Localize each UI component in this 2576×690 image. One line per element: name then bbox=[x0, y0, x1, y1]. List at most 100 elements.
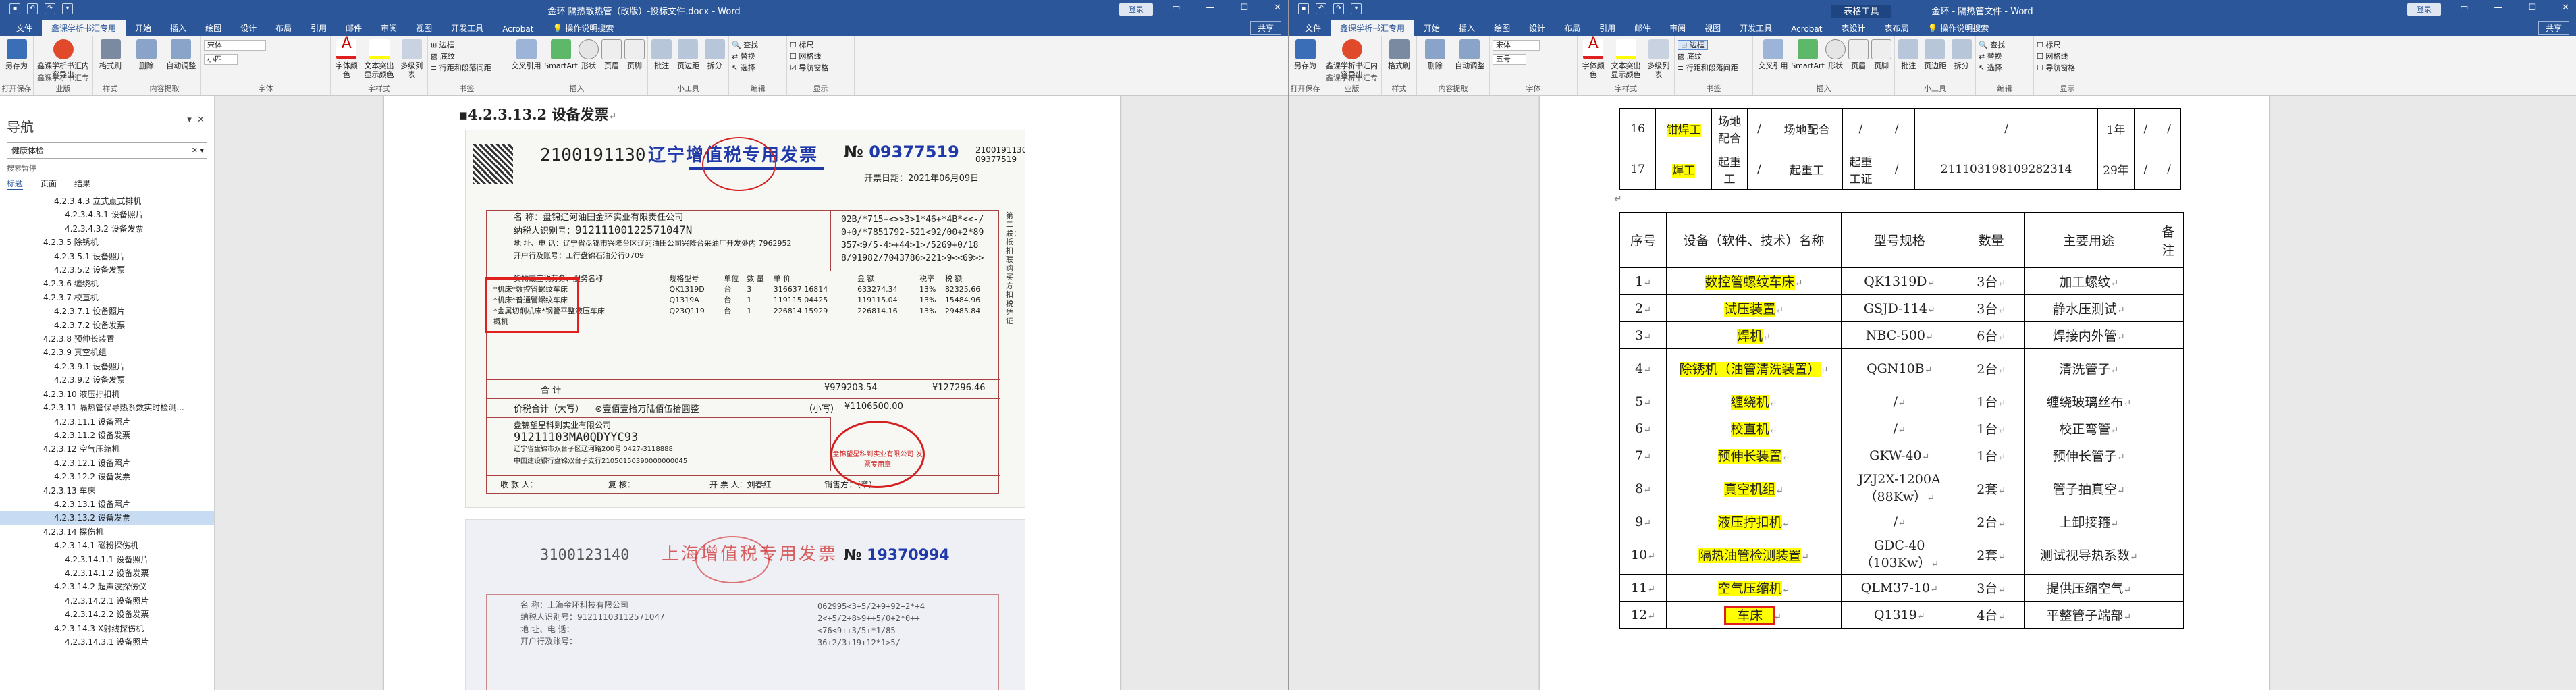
line-spacing-button[interactable]: ≡ 行距和段落间距 bbox=[1678, 62, 1738, 74]
nav-tab-headings[interactable]: 标题 bbox=[7, 178, 24, 190]
tab-developer[interactable]: 开发工具 bbox=[1730, 20, 1781, 36]
nav-tree-item[interactable]: 4.2.3.8 预伸长装置 bbox=[0, 332, 214, 346]
nav-tree-item[interactable]: 4.2.3.11 隔热管保导热系数实时检测... bbox=[0, 401, 214, 415]
delete-button[interactable]: 删除 bbox=[1420, 39, 1451, 70]
maximize-icon[interactable]: ☐ bbox=[2528, 3, 2536, 13]
tab-view[interactable]: 视图 bbox=[1695, 20, 1730, 36]
tab-references[interactable]: 引用 bbox=[301, 20, 336, 36]
tab-acrobat[interactable]: Acrobat bbox=[1781, 22, 1831, 36]
tab-review[interactable]: 审阅 bbox=[1660, 20, 1695, 36]
nav-tree-item[interactable]: 4.2.3.4.3.2 设备发票 bbox=[0, 222, 214, 236]
nav-tree-item[interactable]: 4.2.3.12.1 设备照片 bbox=[0, 456, 214, 470]
tab-design[interactable]: 设计 bbox=[231, 20, 266, 36]
tab-table-design[interactable]: 表设计 bbox=[1831, 20, 1875, 36]
close-icon[interactable]: ✕ bbox=[1274, 3, 1281, 13]
tab-developer[interactable]: 开发工具 bbox=[441, 20, 493, 36]
nav-tree-item[interactable]: 4.2.3.5.2 设备发票 bbox=[0, 263, 214, 277]
save-as-button[interactable]: 另存为 bbox=[1291, 39, 1319, 70]
nav-tree-item[interactable]: 4.2.3.13 车床 bbox=[0, 484, 214, 498]
nav-tree-item[interactable]: 4.2.3.14.2 超声波探伤仪 bbox=[0, 580, 214, 593]
tab-home[interactable]: 开始 bbox=[1414, 20, 1449, 36]
tab-draw[interactable]: 绘图 bbox=[196, 20, 231, 36]
font-size-box[interactable]: 五号 bbox=[1493, 54, 1526, 65]
find-button[interactable]: 🔍 查找 bbox=[732, 39, 758, 51]
autofit-button[interactable]: 自动调整 bbox=[1453, 39, 1486, 70]
nav-tree-item[interactable]: 4.2.3.14.2.2 设备发票 bbox=[0, 608, 214, 621]
find-button[interactable]: 🔍 查找 bbox=[1979, 39, 2005, 51]
minimize-icon[interactable]: — bbox=[1206, 3, 1214, 13]
tab-mailings[interactable]: 邮件 bbox=[336, 20, 371, 36]
tell-me-search[interactable]: 💡 操作说明搜索 bbox=[543, 20, 623, 36]
tab-review[interactable]: 审阅 bbox=[371, 20, 406, 36]
sign-in-button[interactable]: 登录 bbox=[2407, 3, 2441, 16]
nav-tree-item[interactable]: 4.2.3.13.2 设备发票 bbox=[0, 511, 214, 525]
nav-tree-item[interactable]: 4.2.3.14.3.1 设备照片 bbox=[0, 635, 214, 649]
nav-tab-pages[interactable]: 页面 bbox=[41, 178, 57, 190]
nav-tree-item[interactable]: 4.2.3.13.1 设备照片 bbox=[0, 498, 214, 511]
smartart-button[interactable]: SmartArt bbox=[1791, 39, 1825, 70]
cross-reference-button[interactable]: 交叉引用 bbox=[509, 39, 543, 70]
font-size-box[interactable]: 小四 bbox=[204, 54, 238, 65]
nav-tab-results[interactable]: 结果 bbox=[74, 178, 90, 190]
close-icon[interactable]: ✕ bbox=[197, 115, 205, 125]
nav-tree-item[interactable]: 4.2.3.7.1 设备照片 bbox=[0, 304, 214, 318]
tab-acrobat[interactable]: Acrobat bbox=[493, 22, 543, 36]
ribbon-options-icon[interactable]: ▭ bbox=[2460, 3, 2468, 13]
tab-draw[interactable]: 绘图 bbox=[1484, 20, 1520, 36]
font-color-button[interactable]: A 字体颜色 bbox=[1580, 36, 1606, 80]
autofit-button[interactable]: 自动调整 bbox=[165, 39, 198, 70]
nav-tree-item[interactable]: 4.2.3.14.2.1 设备照片 bbox=[0, 594, 214, 608]
multilevel-list-button[interactable]: 多级列表 bbox=[399, 39, 425, 79]
nav-tree-item[interactable]: 4.2.3.9.2 设备发票 bbox=[0, 373, 214, 387]
footer-button[interactable]: 页脚 bbox=[1871, 39, 1891, 70]
nav-tree-item[interactable]: 4.2.3.9.1 设备照片 bbox=[0, 360, 214, 373]
smartart-button[interactable]: SmartArt bbox=[544, 39, 578, 70]
tab-references[interactable]: 引用 bbox=[1590, 20, 1625, 36]
tab-custom[interactable]: 鑫课学析书汇专用 bbox=[42, 20, 126, 36]
replace-button[interactable]: ⇄ 替换 bbox=[1979, 51, 2002, 62]
replace-button[interactable]: ⇄ 替换 bbox=[732, 51, 755, 62]
nav-tree-item[interactable]: 4.2.3.9 真空机组 bbox=[0, 346, 214, 359]
cross-reference-button[interactable]: 交叉引用 bbox=[1756, 39, 1790, 70]
select-button[interactable]: ↖ 选择 bbox=[732, 62, 755, 74]
borders-button[interactable]: ⊞ 边框 bbox=[431, 39, 454, 51]
gridlines-checkbox[interactable]: ☐ 网格线 bbox=[790, 51, 821, 62]
nav-tree-item[interactable]: 4.2.3.12 空气压缩机 bbox=[0, 442, 214, 456]
tab-home[interactable]: 开始 bbox=[126, 20, 161, 36]
gridlines-checkbox[interactable]: ☐ 网格线 bbox=[2037, 51, 2068, 62]
minimize-icon[interactable]: — bbox=[2494, 3, 2502, 13]
footer-button[interactable]: 页脚 bbox=[624, 39, 645, 70]
sign-in-button[interactable]: 登录 bbox=[1119, 3, 1153, 16]
header-button[interactable]: 页眉 bbox=[601, 39, 622, 70]
nav-tree-item[interactable]: 4.2.3.7 校直机 bbox=[0, 291, 214, 304]
save-as-button[interactable]: 另存为 bbox=[3, 39, 30, 70]
line-spacing-button[interactable]: ≡ 行距和段落间距 bbox=[431, 62, 491, 74]
ribbon-options-icon[interactable]: ▭ bbox=[1172, 3, 1180, 13]
nav-tree-item[interactable]: 4.2.3.14.1.2 设备发票 bbox=[0, 566, 214, 580]
tab-mailings[interactable]: 邮件 bbox=[1625, 20, 1660, 36]
select-button[interactable]: ↖ 选择 bbox=[1979, 62, 2002, 74]
nav-tree-item[interactable]: 4.2.3.11.2 设备发票 bbox=[0, 429, 214, 442]
nav-tree-item[interactable]: 4.2.3.10 液压拧扣机 bbox=[0, 388, 214, 401]
nav-pane-checkbox[interactable]: ☐ 导航窗格 bbox=[2037, 62, 2075, 74]
tab-layout[interactable]: 布局 bbox=[266, 20, 301, 36]
borders-button[interactable]: ⊞ 边框 bbox=[1678, 39, 1708, 51]
margins-button[interactable]: 页边距 bbox=[1922, 39, 1948, 70]
font-name-box[interactable]: 宋体 bbox=[1493, 40, 1540, 51]
nav-tree-item[interactable]: 4.2.3.7.2 设备发票 bbox=[0, 319, 214, 332]
nav-pane-checkbox[interactable]: ☑ 导航窗格 bbox=[790, 62, 828, 74]
share-button[interactable]: 共享 bbox=[2538, 21, 2569, 35]
comment-button[interactable]: 批注 bbox=[651, 39, 672, 70]
tab-custom[interactable]: 鑫课学析书汇专用 bbox=[1331, 20, 1415, 36]
shading-button[interactable]: ▨ 底纹 bbox=[431, 51, 455, 62]
tab-file[interactable]: 文件 bbox=[7, 20, 42, 36]
nav-search-input[interactable]: 健康体检 bbox=[7, 142, 207, 159]
tab-view[interactable]: 视图 bbox=[406, 20, 441, 36]
shapes-button[interactable]: 形状 bbox=[579, 39, 599, 70]
delete-button[interactable]: 删除 bbox=[131, 39, 162, 70]
tab-insert[interactable]: 插入 bbox=[161, 20, 196, 36]
shapes-button[interactable]: 形状 bbox=[1825, 39, 1846, 70]
tab-layout[interactable]: 布局 bbox=[1555, 20, 1590, 36]
ruler-checkbox[interactable]: ☐ 标尺 bbox=[790, 39, 813, 51]
tab-insert[interactable]: 插入 bbox=[1449, 20, 1484, 36]
